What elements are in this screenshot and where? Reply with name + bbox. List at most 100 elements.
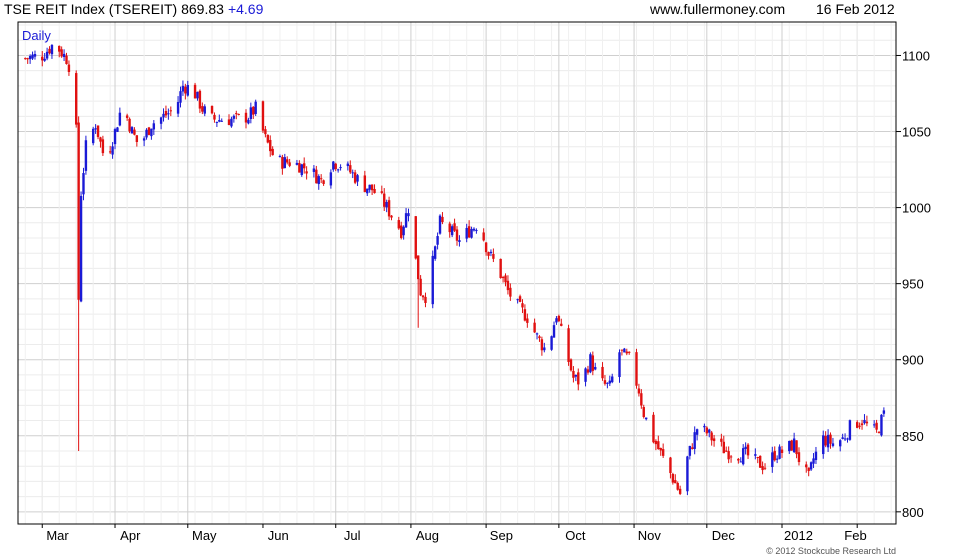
candle-body [249, 107, 253, 119]
candle-body [790, 440, 793, 451]
x-axis: Mar Apr May Jun Jul Aug Sep Oct Nov Dec 2012 Feb [41, 524, 867, 543]
candle-body [880, 414, 883, 436]
candle-body [761, 466, 764, 471]
copyright-text: © 2012 Stockcube Research Ltd [766, 546, 896, 556]
candle-body [193, 84, 197, 99]
candle-body [300, 164, 303, 176]
candle-body [453, 223, 456, 231]
candle-body [116, 127, 119, 132]
candle-body [269, 139, 272, 152]
candle-body [758, 455, 762, 468]
candle-body [722, 441, 725, 454]
candle-body [254, 101, 257, 114]
candle-body [518, 296, 522, 302]
candle-body [203, 106, 206, 114]
candle-body [521, 303, 524, 308]
candle-body [181, 85, 185, 92]
x-tick-label: Apr [120, 528, 141, 543]
candle-body [431, 255, 434, 305]
candle-body [725, 450, 728, 452]
candle-body [484, 242, 488, 253]
candle-body [744, 446, 747, 449]
candle-body [220, 120, 223, 122]
candle-body [778, 446, 781, 459]
y-tick-label: 900 [902, 353, 924, 368]
x-tick-label: May [192, 528, 217, 543]
candle-body [152, 123, 156, 130]
candle-body [635, 352, 638, 386]
candle-body [492, 254, 495, 259]
candle-body [244, 112, 248, 123]
candle-body [637, 388, 641, 394]
candle-body [577, 372, 580, 385]
candle-body [669, 457, 672, 474]
candle-body [31, 54, 34, 59]
candle-body [84, 140, 88, 171]
candle-body [45, 51, 49, 59]
candle-body [295, 162, 299, 165]
candle-body [315, 169, 318, 184]
candle-body [96, 125, 100, 137]
candle-body [232, 115, 236, 119]
candle-body [125, 115, 129, 118]
candle-body [380, 191, 384, 193]
x-tick-label: Aug [416, 528, 439, 543]
candle-body [657, 441, 660, 450]
candle-body [737, 458, 740, 461]
candle-body [620, 349, 624, 351]
x-tick-label: Nov [638, 528, 662, 543]
candle-body [346, 163, 350, 167]
candle-body [407, 213, 410, 217]
candle-body [773, 450, 776, 461]
candle-body [67, 64, 71, 72]
x-tick-label: Jun [268, 528, 289, 543]
candle-body [603, 380, 607, 384]
candle-body [458, 240, 461, 242]
candle-body [237, 114, 240, 116]
candle-body [441, 216, 444, 223]
candle-body [589, 354, 592, 373]
candle-body [557, 315, 561, 322]
candle-body [421, 295, 425, 298]
candle-body [516, 299, 519, 301]
candle-body [210, 105, 214, 114]
candle-body [448, 223, 451, 233]
candle-body [383, 193, 386, 207]
candle-body [455, 229, 459, 241]
candle-body [339, 167, 342, 169]
candle-body [65, 55, 68, 65]
candle-body [523, 309, 527, 321]
candle-body [642, 407, 645, 417]
candle-body [235, 113, 238, 115]
candle-body [247, 119, 250, 124]
candle-body [504, 275, 507, 283]
candle-body [550, 336, 553, 350]
candle-body [33, 53, 37, 57]
candle-body [601, 366, 604, 379]
y-tick-label: 1050 [902, 125, 931, 140]
candle-body [591, 355, 595, 371]
candle-body [470, 228, 473, 238]
candle-body [526, 318, 529, 323]
candle-body [373, 188, 376, 194]
candle-body [710, 432, 713, 441]
candle-body [230, 118, 233, 127]
candle-body [150, 128, 153, 137]
candle-body [797, 452, 801, 463]
candle-body [416, 255, 420, 280]
y-tick-label: 950 [902, 277, 924, 292]
candle-body [286, 159, 289, 163]
candle-body [586, 369, 590, 373]
candle-body [130, 127, 134, 134]
candle-body [82, 173, 85, 195]
candle-body [487, 252, 490, 256]
candle-body [353, 172, 357, 183]
candlestick-chart: 800 850 900 950 1000 1050 1100 Mar Apr May Jun Jul… [17, 21, 931, 556]
candle-body [499, 258, 502, 278]
candle-body [882, 410, 886, 414]
candle-body [108, 151, 112, 153]
candle-body [26, 58, 29, 60]
candle-body [43, 58, 46, 61]
x-tick-label: Oct [565, 528, 586, 543]
candle-body [693, 432, 696, 449]
